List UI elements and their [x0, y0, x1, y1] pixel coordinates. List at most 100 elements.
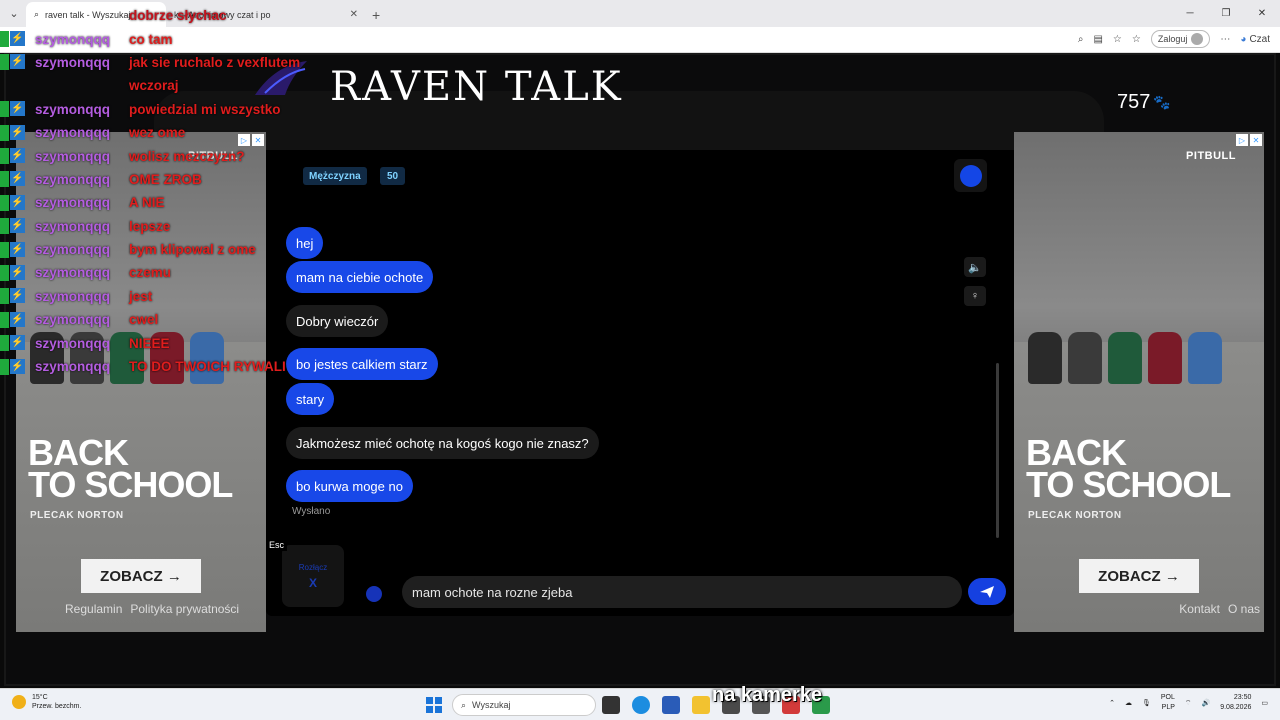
badge-icon: ⚡: [0, 264, 28, 281]
copilot-label: Czat: [1249, 33, 1270, 45]
overlay-user: szymonqqq: [35, 148, 111, 164]
overlay-text: cwel: [129, 312, 159, 328]
backpack-image: [1068, 332, 1102, 384]
minimize-icon[interactable]: ─: [1172, 0, 1208, 26]
badge-icon: ⚡: [0, 335, 28, 352]
clock-date: 9.08.2026: [1220, 704, 1252, 711]
backpack-image: [1108, 332, 1142, 384]
maximize-icon[interactable]: ❐: [1208, 0, 1244, 26]
badge-icon: ⚡: [0, 101, 28, 118]
chat-scrollbar[interactable]: [996, 363, 999, 538]
badge-icon: ⚡: [0, 194, 28, 211]
copilot-button[interactable]: ◕ Czat: [1240, 34, 1270, 45]
esc-hint: Esc: [266, 539, 288, 551]
mic-icon[interactable]: 🎙: [1142, 699, 1151, 707]
ad-backpacks: [1028, 332, 1222, 384]
ad-cta-button[interactable]: ZOBACZ →: [1079, 559, 1199, 593]
overlay-line: ⚡ szymonqqq OME ZROB: [0, 168, 400, 191]
ad-headline-line: TO SCHOOL: [28, 464, 233, 505]
overlay-line: dobrze słychac: [0, 4, 400, 27]
overlay-text: wczoraj: [129, 78, 179, 94]
overlay-text: wolisz mezczyzn?: [129, 148, 245, 164]
gender-filter-toggle[interactable]: ♀: [964, 286, 986, 306]
overlay-text: powiedzial mi wszystko: [129, 101, 281, 117]
skip-key: X: [308, 575, 317, 590]
volume-icon[interactable]: 🔊: [1202, 699, 1211, 707]
overlay-user: szymonqqq: [35, 218, 111, 234]
taskbar-search-label: Wyszukaj: [472, 700, 511, 710]
badge-icon: ⚡: [0, 31, 28, 48]
connection-status-button[interactable]: [954, 159, 987, 192]
language-indicator[interactable]: POL PLP: [1161, 693, 1175, 713]
footer-left: Regulamin Polityka prywatności: [65, 602, 239, 616]
overlay-text: czemu: [129, 265, 172, 281]
toolbar-right: ⌕ ▤ ☆ ☆ Zaloguj ⋯ ◕ Czat: [1078, 30, 1270, 48]
overlay-text: bym klipowal z ome: [129, 242, 256, 258]
overlay-text: OME ZROB: [129, 171, 202, 187]
ad-right[interactable]: ▷ ✕ PITBULL BACK TO SCHOOL PLECAK NORTON …: [1014, 132, 1264, 632]
badge-icon: ⚡: [0, 54, 28, 71]
overlay-line: ⚡ szymonqqq co tam: [0, 27, 400, 50]
skip-button[interactable]: Rozłącz X: [282, 545, 344, 607]
weather-temp: 15°C: [32, 694, 48, 701]
sound-toggle[interactable]: 🔈: [964, 257, 986, 277]
overlay-text: wez ome: [129, 125, 186, 141]
badge-icon: ⚡: [0, 171, 28, 188]
send-icon: [980, 585, 994, 598]
taskbar-search[interactable]: ⌕ Wyszukaj: [452, 694, 596, 716]
overlay-user: szymonqqq: [35, 242, 111, 258]
chevron-up-icon[interactable]: ⌃: [1109, 699, 1115, 707]
edge-icon[interactable]: [632, 696, 650, 714]
badge-icon: ⚡: [0, 358, 28, 375]
footer-link-terms[interactable]: Regulamin: [65, 602, 122, 616]
footer-link-contact[interactable]: Kontakt: [1179, 602, 1220, 616]
reader-icon[interactable]: ▤: [1093, 34, 1102, 45]
weather-widget[interactable]: 15°C Przew. bezchm.: [12, 693, 81, 711]
more-icon[interactable]: ⋯: [1220, 34, 1230, 45]
copilot-icon: ◕: [1240, 33, 1247, 45]
overlay-line: ⚡ szymonqqq A NIE: [0, 191, 400, 214]
close-window-icon[interactable]: ✕: [1244, 0, 1280, 26]
ad-choices[interactable]: ▷ ✕: [1236, 134, 1262, 146]
task-view-icon[interactable]: [602, 696, 620, 714]
send-button[interactable]: [968, 578, 1006, 605]
notifications-icon[interactable]: ▭: [1261, 699, 1268, 707]
store-icon[interactable]: [662, 696, 680, 714]
folder-icon[interactable]: [692, 696, 710, 714]
login-button[interactable]: Zaloguj: [1150, 30, 1211, 48]
overlay-user: szymonqqq: [35, 265, 111, 281]
clock[interactable]: 23:50 9.08.2026: [1220, 693, 1251, 713]
ad-headline: BACK TO SCHOOL: [28, 435, 233, 505]
backpack-image: [1188, 332, 1222, 384]
delivery-status: Wysłano: [292, 506, 331, 517]
zoom-icon[interactable]: ⌕: [1078, 34, 1084, 45]
footer-link-privacy[interactable]: Polityka prywatności: [130, 602, 239, 616]
adchoices-icon[interactable]: ▷: [1236, 134, 1248, 146]
female-icon: ♀: [970, 290, 980, 302]
overlay-text: A NIE: [129, 195, 165, 211]
lang-1: POL: [1160, 694, 1175, 701]
clock-time: 23:50: [1233, 694, 1252, 701]
badge-icon: ⚡: [0, 148, 28, 165]
collections-icon[interactable]: ☆: [1132, 34, 1141, 45]
cloud-icon[interactable]: ☁: [1125, 699, 1132, 707]
overlay-user: szymonqqq: [35, 101, 111, 117]
overlay-text: jak sie ruchalo z vexflutem: [129, 54, 301, 70]
ad-cta-button[interactable]: ZOBACZ →: [81, 559, 201, 593]
badge-icon: ⚡: [0, 124, 28, 141]
skip-label: Rozłącz: [298, 562, 328, 572]
message-bubble: Jakmożesz mieć ochotę na kogoś kogo nie …: [286, 427, 599, 459]
message-input[interactable]: mam ochote na rozne zjeba: [402, 576, 962, 608]
footer-link-about[interactable]: O nas: [1228, 602, 1260, 616]
ad-close-icon[interactable]: ✕: [1250, 134, 1262, 146]
start-button[interactable]: [426, 697, 442, 713]
favorite-icon[interactable]: ☆: [1113, 34, 1122, 45]
sun-icon: [12, 695, 26, 709]
stream-chat-overlay: dobrze słychac ⚡ szymonqqq co tam ⚡ szymonq…: [0, 4, 400, 378]
backpack-image: [1148, 332, 1182, 384]
badge-icon: ⚡: [0, 311, 28, 328]
overlay-line: ⚡ szymonqqq jak sie ruchalo z vexflutem: [0, 51, 400, 74]
wifi-icon[interactable]: ⌔: [1185, 699, 1192, 708]
ad-headline: BACK TO SCHOOL: [1026, 435, 1231, 503]
overlay-text: co tam: [129, 31, 173, 47]
